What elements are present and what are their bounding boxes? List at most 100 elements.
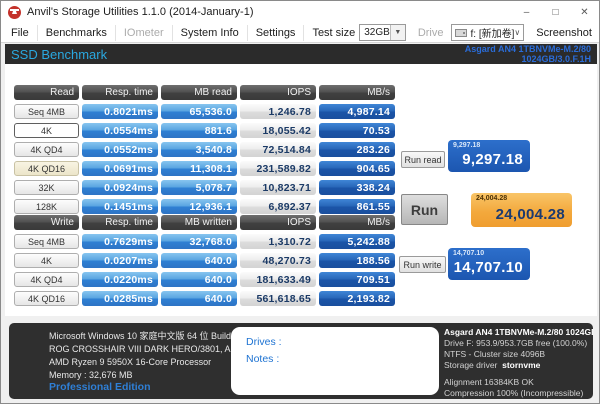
iops-column-header: IOPS bbox=[240, 215, 316, 230]
menu-item-benchmarks[interactable]: Benchmarks bbox=[38, 25, 116, 41]
metric-cell: 1,310.72 bbox=[240, 234, 316, 249]
title-bar: Anvil's Storage Utilities 1.1.0 (2014-Ja… bbox=[1, 1, 599, 23]
drive-info: Asgard AN4 1TBNVMe-M.2/80 1024GB/ Drive … bbox=[444, 327, 593, 399]
notes-box[interactable]: Drives : Notes : bbox=[231, 327, 439, 395]
metric-cell: 338.24 bbox=[319, 180, 395, 195]
notes-label: Notes : bbox=[246, 351, 439, 368]
write-score-value: 14,707.10 bbox=[454, 259, 523, 276]
run-button[interactable]: Run bbox=[401, 194, 448, 225]
device-line1: Asgard AN4 1TBNVMe-M.2/80 bbox=[465, 44, 591, 54]
device-name: Asgard AN4 1TBNVMe-M.2/80 1024GB/3.0.F.1… bbox=[465, 44, 591, 64]
page-title: SSD Benchmark bbox=[11, 47, 107, 62]
metric-cell: 4,987.14 bbox=[319, 104, 395, 119]
metric-cell: 188.56 bbox=[319, 253, 395, 268]
mb-written-column-header: MB written bbox=[161, 215, 237, 230]
drive-free-line: Drive F: 953.9/953.7GB free (100.0%) bbox=[444, 338, 593, 349]
menu-item-system-info[interactable]: System Info bbox=[173, 25, 248, 41]
drive-value: f: [新加卷] bbox=[470, 25, 514, 40]
drive-combobox[interactable]: f: [新加卷] ∨ bbox=[451, 24, 524, 41]
row-label-button[interactable]: Seq 4MB bbox=[14, 104, 79, 119]
metric-cell: 32,768.0 bbox=[161, 234, 237, 249]
metric-cell: 10,823.71 bbox=[240, 180, 316, 195]
mb-read-column-header: MB read bbox=[161, 85, 237, 100]
metric-cell: 70.53 bbox=[319, 123, 395, 138]
window-title: Anvil's Storage Utilities 1.1.0 (2014-Ja… bbox=[27, 6, 253, 18]
edition-label: Professional Edition bbox=[49, 381, 151, 393]
read-score-value: 9,297.18 bbox=[462, 151, 523, 168]
read-score-small: 9,297.18 bbox=[453, 142, 480, 149]
test-size-combobox[interactable]: 32GB ▼ bbox=[359, 24, 406, 41]
row-label-button[interactable]: 32K bbox=[14, 180, 79, 195]
read-score-box: 9,297.18 9,297.18 bbox=[448, 140, 530, 172]
minimize-button[interactable]: – bbox=[512, 1, 541, 23]
write-column-header: Write bbox=[14, 215, 79, 230]
metric-cell: 48,270.73 bbox=[240, 253, 316, 268]
metric-cell: 0.8021ms bbox=[82, 104, 158, 119]
metric-cell: 181,633.49 bbox=[240, 272, 316, 287]
device-line2: 1024GB/3.0.F.1H bbox=[521, 54, 591, 64]
drive-label: Drive bbox=[410, 27, 448, 39]
app-window: Anvil's Storage Utilities 1.1.0 (2014-Ja… bbox=[0, 0, 600, 404]
menu-item-settings[interactable]: Settings bbox=[248, 25, 305, 41]
row-label-button[interactable]: 4K QD4 bbox=[14, 142, 79, 157]
total-score-small: 24,004.28 bbox=[476, 195, 507, 202]
metric-cell: 12,936.1 bbox=[161, 199, 237, 214]
row-label-button[interactable]: Seq 4MB bbox=[14, 234, 79, 249]
storage-driver-label: Storage driver bbox=[444, 360, 497, 370]
close-button[interactable]: ✕ bbox=[570, 1, 599, 23]
app-icon bbox=[8, 6, 21, 19]
maximize-button[interactable]: □ bbox=[541, 1, 570, 23]
iops-column-header: IOPS bbox=[240, 85, 316, 100]
metric-cell: 18,055.42 bbox=[240, 123, 316, 138]
storage-driver-line: Storage driver stornvme bbox=[444, 360, 593, 371]
row-label-button[interactable]: 4K QD16 bbox=[14, 161, 79, 176]
row-label-button[interactable]: 4K QD16 bbox=[14, 291, 79, 306]
menu-bar: File Benchmarks IOmeter System Info Sett… bbox=[1, 23, 599, 43]
menu-item-file[interactable]: File bbox=[3, 25, 38, 41]
write-score-small: 14,707.10 bbox=[453, 250, 484, 257]
test-size-value: 32GB bbox=[360, 27, 390, 38]
filesystem-line: NTFS - Cluster size 4096B bbox=[444, 349, 593, 360]
metric-cell: 5,242.88 bbox=[319, 234, 395, 249]
read-column-header: Read bbox=[14, 85, 79, 100]
drive-model-line: Asgard AN4 1TBNVMe-M.2/80 1024GB/ bbox=[444, 327, 593, 338]
storage-driver-value: stornvme bbox=[502, 360, 540, 370]
drive-icon bbox=[455, 29, 467, 37]
row-label-button[interactable]: 128K bbox=[14, 199, 79, 214]
total-score-value: 24,004.28 bbox=[496, 206, 565, 223]
metric-cell: 0.0220ms bbox=[82, 272, 158, 287]
metric-cell: 640.0 bbox=[161, 272, 237, 287]
metric-cell: 640.0 bbox=[161, 253, 237, 268]
row-label-button[interactable]: 4K QD4 bbox=[14, 272, 79, 287]
menu-item-screenshot[interactable]: Screenshot bbox=[528, 25, 600, 41]
metric-cell: 0.0691ms bbox=[82, 161, 158, 176]
metric-cell: 0.0285ms bbox=[82, 291, 158, 306]
metric-cell: 561,618.65 bbox=[240, 291, 316, 306]
metric-cell: 11,308.1 bbox=[161, 161, 237, 176]
metric-cell: 861.55 bbox=[319, 199, 395, 214]
metric-cell: 283.26 bbox=[319, 142, 395, 157]
mbs-column-header: MB/s bbox=[319, 215, 395, 230]
dropdown-arrow-icon[interactable]: ▼ bbox=[390, 25, 405, 40]
run-write-button[interactable]: Run write bbox=[399, 256, 446, 273]
metric-cell: 1,246.78 bbox=[240, 104, 316, 119]
row-label-button[interactable]: 4K bbox=[14, 253, 79, 268]
metric-cell: 709.51 bbox=[319, 272, 395, 287]
window-controls: – □ ✕ bbox=[512, 1, 599, 23]
metric-cell: 0.0924ms bbox=[82, 180, 158, 195]
metric-cell: 6,892.37 bbox=[240, 199, 316, 214]
metric-cell: 0.0207ms bbox=[82, 253, 158, 268]
resp-time-column-header: Resp. time bbox=[82, 215, 158, 230]
metric-cell: 904.65 bbox=[319, 161, 395, 176]
write-table: Write Resp. time MB written IOPS MB/s Se… bbox=[14, 215, 395, 306]
run-read-button[interactable]: Run read bbox=[401, 151, 445, 168]
metric-cell: 2,193.82 bbox=[319, 291, 395, 306]
metric-cell: 5,078.7 bbox=[161, 180, 237, 195]
metric-cell: 0.0554ms bbox=[82, 123, 158, 138]
metric-cell: 72,514.84 bbox=[240, 142, 316, 157]
metric-cell: 231,589.82 bbox=[240, 161, 316, 176]
row-label-button[interactable]: 4K bbox=[14, 123, 79, 138]
compression-line: Compression 100% (Incompressible) bbox=[444, 388, 593, 399]
metric-cell: 65,536.0 bbox=[161, 104, 237, 119]
metric-cell: 3,540.8 bbox=[161, 142, 237, 157]
